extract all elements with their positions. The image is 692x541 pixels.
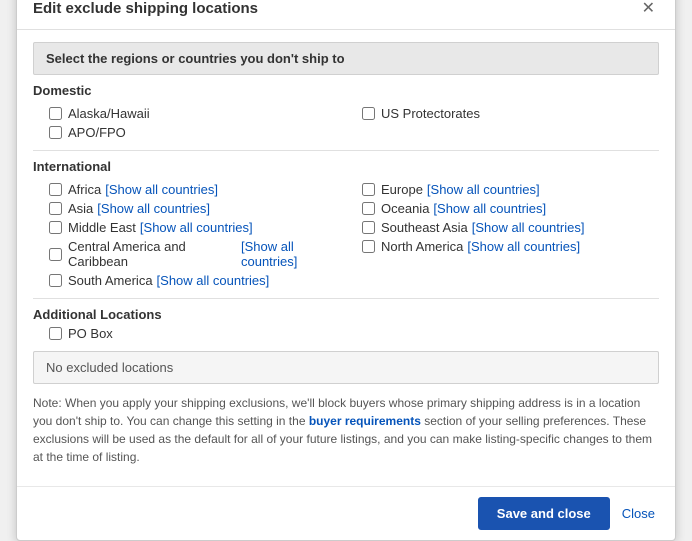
checkbox-north-america: North America [Show all countries] — [362, 239, 659, 254]
international-col-right: Europe [Show all countries] Oceania [Sho… — [346, 178, 659, 292]
south-america-show-link[interactable]: [Show all countries] — [157, 273, 270, 288]
north-america-show-link[interactable]: [Show all countries] — [467, 239, 580, 254]
central-america-show-link[interactable]: [Show all countries] — [241, 239, 346, 269]
middle-east-checkbox[interactable] — [49, 221, 62, 234]
middle-east-show-link[interactable]: [Show all countries] — [140, 220, 253, 235]
apo-label: APO/FPO — [68, 125, 126, 140]
central-america-checkbox[interactable] — [49, 248, 62, 261]
africa-label: Africa — [68, 182, 101, 197]
regions-section-header: Select the regions or countries you don'… — [33, 42, 659, 75]
modal-title: Edit exclude shipping locations — [33, 0, 258, 17]
checkbox-us-prot: US Protectorates — [362, 106, 659, 121]
asia-show-link[interactable]: [Show all countries] — [97, 201, 210, 216]
domestic-label: Domestic — [33, 83, 659, 98]
asia-checkbox[interactable] — [49, 202, 62, 215]
checkbox-southeast-asia: Southeast Asia [Show all countries] — [362, 220, 659, 235]
africa-show-link[interactable]: [Show all countries] — [105, 182, 218, 197]
europe-show-link[interactable]: [Show all countries] — [427, 182, 540, 197]
southeast-asia-checkbox[interactable] — [362, 221, 375, 234]
buyer-requirements-link[interactable]: buyer requirements — [309, 414, 421, 428]
europe-label: Europe — [381, 182, 423, 197]
international-label: International — [33, 159, 659, 174]
checkbox-asia: Asia [Show all countries] — [49, 201, 346, 216]
checkbox-oceania: Oceania [Show all countries] — [362, 201, 659, 216]
middle-east-label: Middle East — [68, 220, 136, 235]
alaska-label: Alaska/Hawaii — [68, 106, 150, 121]
additional-label: Additional Locations — [33, 307, 659, 322]
oceania-label: Oceania — [381, 201, 429, 216]
checkbox-po-box: PO Box — [49, 326, 659, 341]
south-america-checkbox[interactable] — [49, 274, 62, 287]
po-box-checkbox[interactable] — [49, 327, 62, 340]
modal-header: Edit exclude shipping locations ✕ — [17, 0, 675, 30]
modal-footer: Save and close Close — [17, 486, 675, 540]
divider-domestic — [33, 150, 659, 151]
checkbox-south-america: South America [Show all countries] — [49, 273, 346, 288]
checkbox-europe: Europe [Show all countries] — [362, 182, 659, 197]
edit-exclude-shipping-modal: Edit exclude shipping locations ✕ Select… — [16, 0, 676, 541]
domestic-options: Alaska/Hawaii APO/FPO US Protectorates — [33, 102, 659, 144]
southeast-asia-label: Southeast Asia — [381, 220, 468, 235]
southeast-asia-show-link[interactable]: [Show all countries] — [472, 220, 585, 235]
close-x-button[interactable]: ✕ — [638, 1, 659, 17]
north-america-label: North America — [381, 239, 463, 254]
checkbox-alaska: Alaska/Hawaii — [49, 106, 346, 121]
excluded-locations-box: No excluded locations — [33, 351, 659, 384]
checkbox-middle-east: Middle East [Show all countries] — [49, 220, 346, 235]
divider-international — [33, 298, 659, 299]
oceania-checkbox[interactable] — [362, 202, 375, 215]
close-button[interactable]: Close — [618, 498, 659, 529]
domestic-col-left: Alaska/Hawaii APO/FPO — [33, 102, 346, 144]
checkbox-central-america: Central America and Caribbean [Show all … — [49, 239, 346, 269]
south-america-label: South America — [68, 273, 153, 288]
note-text: Note: When you apply your shipping exclu… — [33, 394, 659, 466]
us-prot-checkbox[interactable] — [362, 107, 375, 120]
oceania-show-link[interactable]: [Show all countries] — [433, 201, 546, 216]
checkbox-apo: APO/FPO — [49, 125, 346, 140]
us-prot-label: US Protectorates — [381, 106, 480, 121]
domestic-col-right: US Protectorates — [346, 102, 659, 144]
alaska-checkbox[interactable] — [49, 107, 62, 120]
save-and-close-button[interactable]: Save and close — [478, 497, 610, 530]
checkbox-africa: Africa [Show all countries] — [49, 182, 346, 197]
asia-label: Asia — [68, 201, 93, 216]
central-america-label: Central America and Caribbean — [68, 239, 237, 269]
apo-checkbox[interactable] — [49, 126, 62, 139]
north-america-checkbox[interactable] — [362, 240, 375, 253]
europe-checkbox[interactable] — [362, 183, 375, 196]
modal-body: Select the regions or countries you don'… — [17, 30, 675, 486]
international-col-left: Africa [Show all countries] Asia [Show a… — [33, 178, 346, 292]
africa-checkbox[interactable] — [49, 183, 62, 196]
po-box-label: PO Box — [68, 326, 113, 341]
international-options: Africa [Show all countries] Asia [Show a… — [33, 178, 659, 292]
